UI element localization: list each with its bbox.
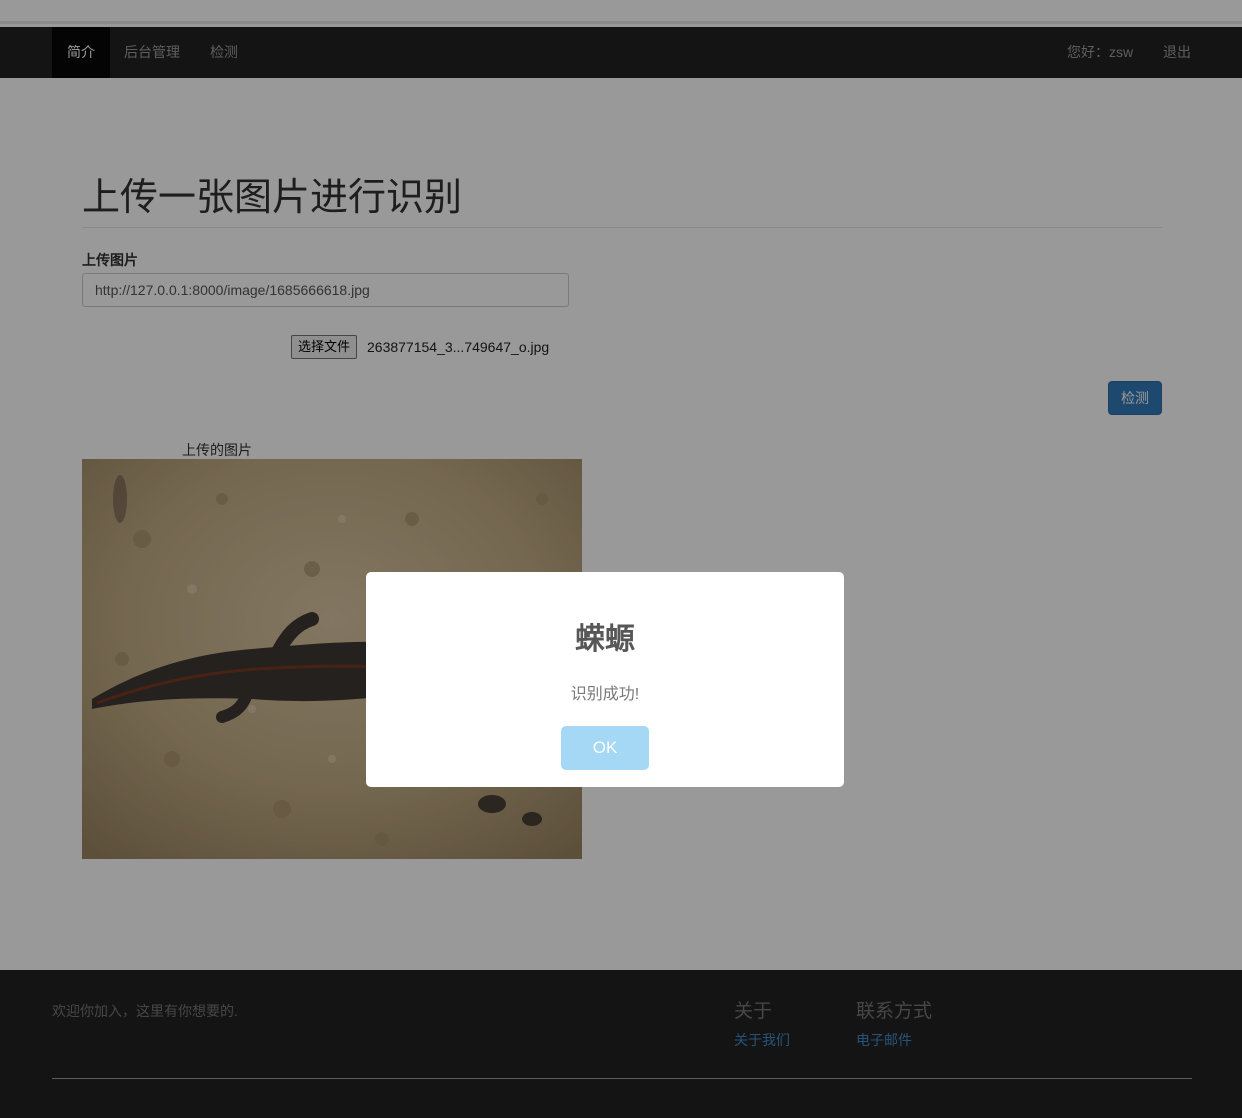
dialog-title: 蝾螈	[575, 623, 635, 656]
ok-button[interactable]: OK	[561, 726, 649, 770]
dialog-message: 识别成功!	[570, 686, 640, 703]
modal-backdrop[interactable]	[0, 0, 1242, 1118]
result-dialog: 蝾螈 识别成功! OK	[366, 572, 844, 787]
